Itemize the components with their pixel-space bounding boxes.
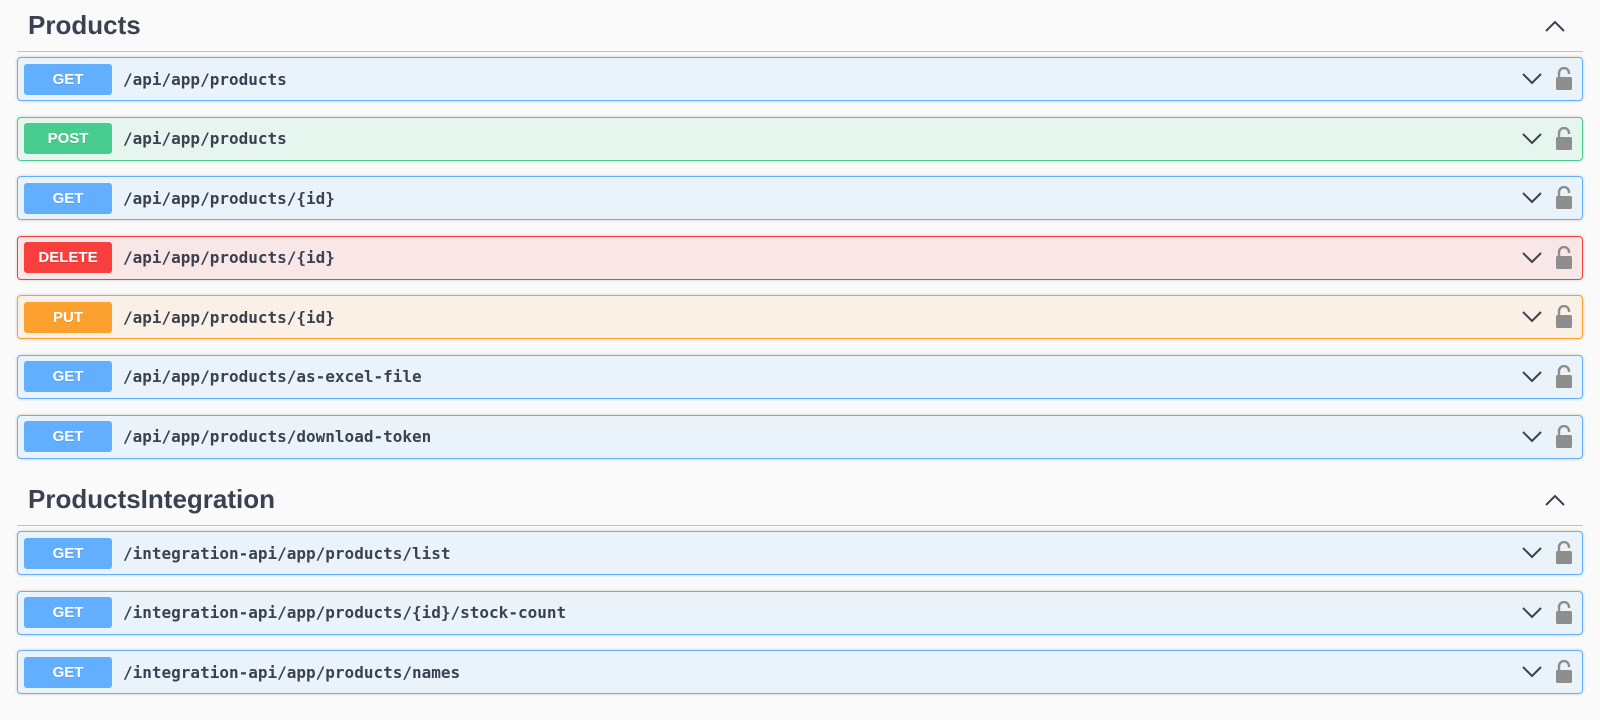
lock-icon[interactable] [1552,363,1576,391]
operation-path: /api/app/products [123,69,287,89]
chevron-down-icon[interactable] [1518,658,1546,686]
operation-row[interactable]: POST/api/app/products [17,116,1583,161]
operation-path: /integration-api/app/products/names [123,662,461,682]
chevron-down-icon[interactable] [1518,599,1546,627]
operation-path: /integration-api/app/products/{id}/stock… [123,603,567,623]
lock-icon[interactable] [1552,184,1576,212]
lock-icon[interactable] [1552,539,1576,567]
chevron-up-icon[interactable] [1535,480,1575,520]
lock-icon[interactable] [1552,125,1576,153]
chevron-down-icon[interactable] [1518,423,1546,451]
http-method-badge: GET [24,182,112,214]
http-method-badge: GET [24,537,112,569]
lock-icon[interactable] [1552,65,1576,93]
operation-row[interactable]: GET/integration-api/app/products/names [17,650,1583,695]
http-method-badge: GET [24,597,112,629]
tag-section-header[interactable]: ProductsIntegration [17,474,1583,527]
operation-row[interactable]: GET/api/app/products/download-token [17,414,1583,459]
operation-path: /integration-api/app/products/list [123,543,451,563]
operation-path: /api/app/products/{id} [123,248,335,268]
chevron-down-icon[interactable] [1518,65,1546,93]
operations-list: GET/api/app/products POST/api/app/product… [17,52,1583,459]
operation-path: /api/app/products/as-excel-file [123,367,422,387]
operation-row[interactable]: GET/api/app/products/{id} [17,176,1583,221]
http-method-badge: DELETE [24,242,112,274]
chevron-up-icon[interactable] [1535,6,1575,46]
operation-row[interactable]: GET/api/app/products [17,57,1583,101]
operation-path: /api/app/products [123,129,287,149]
swagger-operations-list: Products GET/api/app/products POST/api/app… [0,0,1600,695]
http-method-badge: GET [24,361,112,393]
chevron-down-icon[interactable] [1518,184,1546,212]
tag-section: Products GET/api/app/products POST/api/app… [17,0,1583,459]
http-method-badge: PUT [24,301,112,333]
chevron-down-icon[interactable] [1518,125,1546,153]
operations-list: GET/integration-api/app/products/list GET… [17,526,1583,695]
operation-row[interactable]: GET/api/app/products/as-excel-file [17,354,1583,399]
http-method-badge: GET [24,63,112,95]
http-method-badge: POST [24,123,112,155]
operation-row[interactable]: GET/integration-api/app/products/{id}/st… [17,590,1583,635]
chevron-down-icon[interactable] [1518,539,1546,567]
lock-icon[interactable] [1552,599,1576,627]
http-method-badge: GET [24,421,112,453]
lock-icon[interactable] [1552,423,1576,451]
chevron-down-icon[interactable] [1518,303,1546,331]
tag-section-title: ProductsIntegration [28,484,276,515]
tag-section-title: Products [28,10,141,40]
chevron-down-icon[interactable] [1518,244,1546,272]
lock-icon[interactable] [1552,303,1576,331]
lock-icon[interactable] [1552,244,1576,272]
http-method-badge: GET [24,656,112,688]
operation-row[interactable]: DELETE/api/app/products/{id} [17,235,1583,280]
tag-section: ProductsIntegration GET/integration-api/a… [17,474,1583,695]
operation-path: /api/app/products/{id} [123,188,335,208]
chevron-down-icon[interactable] [1518,363,1546,391]
tag-section-header[interactable]: Products [17,0,1583,52]
operation-row[interactable]: GET/integration-api/app/products/list [17,531,1583,576]
operation-row[interactable]: PUT/api/app/products/{id} [17,295,1583,340]
lock-icon[interactable] [1552,658,1576,686]
operation-path: /api/app/products/download-token [123,427,432,447]
operation-path: /api/app/products/{id} [123,307,335,327]
